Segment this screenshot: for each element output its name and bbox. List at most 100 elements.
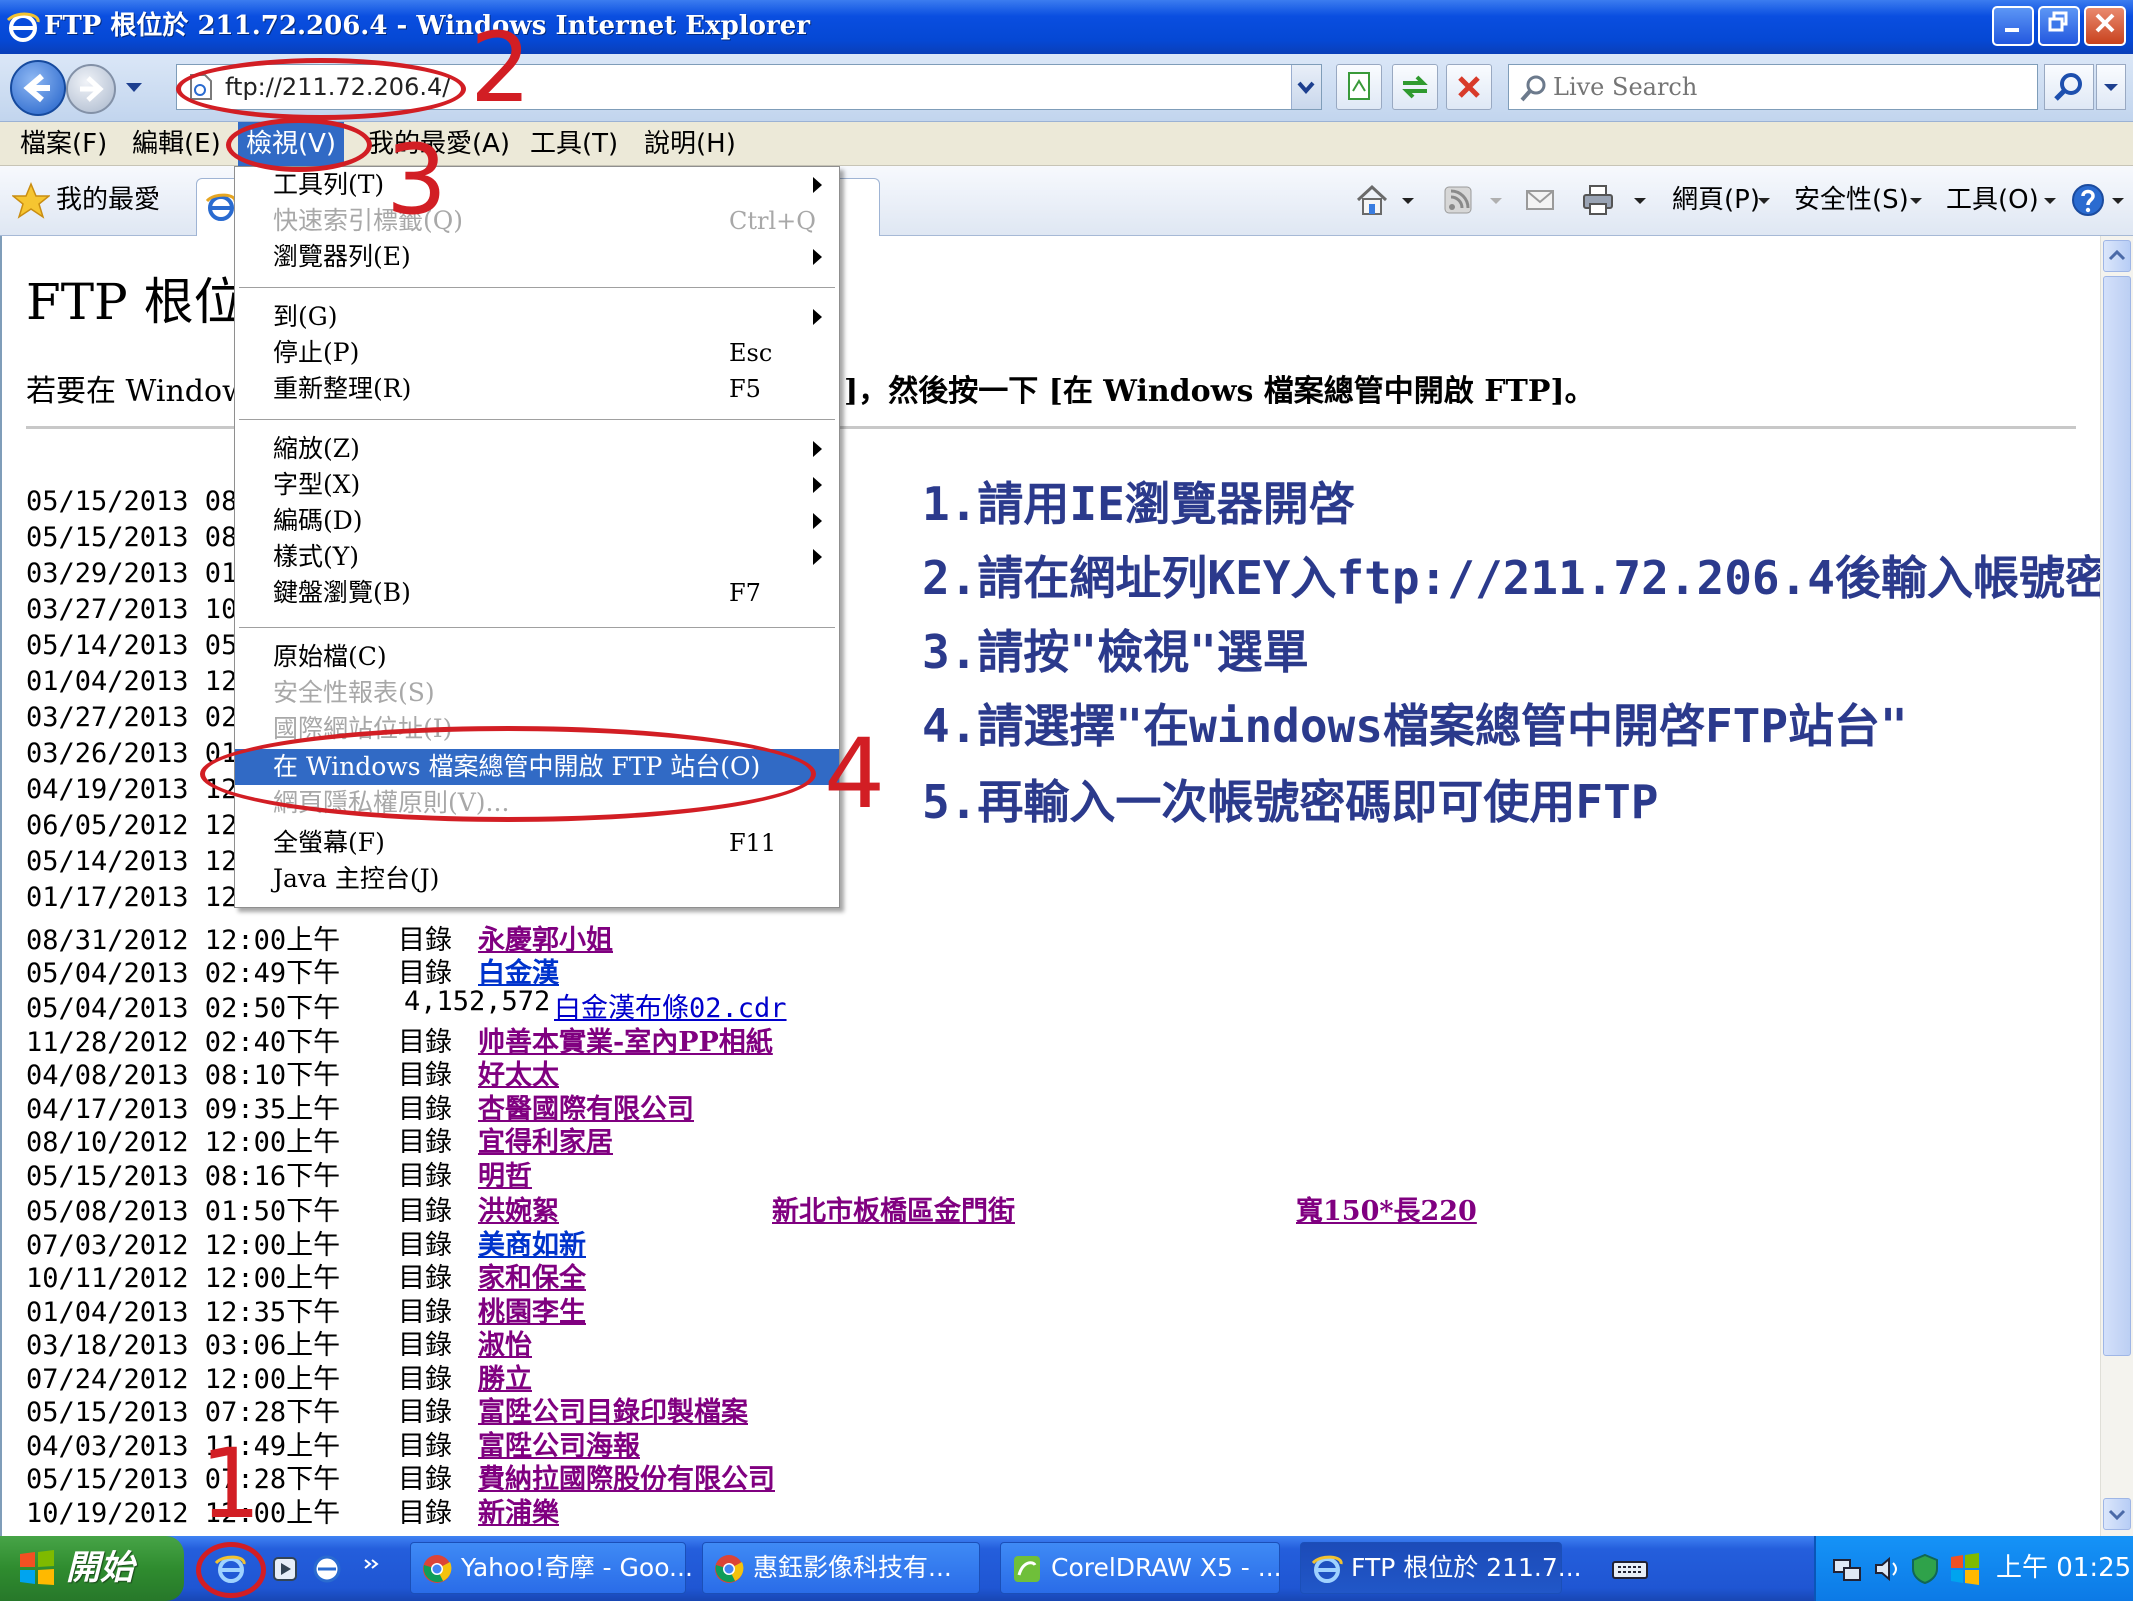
restore-button[interactable] xyxy=(2038,6,2080,46)
menu-item-stop[interactable]: 停止(P) Esc xyxy=(235,335,839,371)
menu-item-explorer-bars[interactable]: 瀏覽器列(E) xyxy=(235,239,839,275)
ie-window: FTP 根位於 211.72.206.4 - Windows Internet … xyxy=(0,0,2133,1601)
menu-item-toolbars[interactable]: 工具列(T) xyxy=(235,167,839,203)
system-clock[interactable]: 上午 01:25 xyxy=(1996,1536,2131,1601)
feeds-icon[interactable] xyxy=(1440,182,1476,218)
system-tray: 上午 01:25 xyxy=(1814,1536,2133,1601)
annotation-step-3: 3.請按"檢視"選單 xyxy=(922,625,1309,679)
chevron-up-icon xyxy=(2108,249,2126,261)
instruction-text: 若要在 Window xyxy=(26,374,248,409)
chevron-down-icon[interactable] xyxy=(1486,182,1506,218)
taskbar-item-ftp[interactable]: FTP 根位於 211.7... xyxy=(1300,1542,1582,1594)
chevron-down-icon[interactable] xyxy=(2040,182,2060,218)
chrome-icon xyxy=(715,1555,744,1583)
submenu-arrow-icon xyxy=(813,309,822,325)
close-icon xyxy=(2095,13,2115,33)
annotation-number-2: 2 xyxy=(470,12,532,124)
chevron-down-icon xyxy=(2104,84,2118,91)
close-button[interactable] xyxy=(2084,6,2126,46)
chevron-down-icon[interactable] xyxy=(1754,182,1774,218)
tools-menu-button[interactable]: 工具(O) xyxy=(1946,180,2039,220)
vertical-scrollbar[interactable] xyxy=(2100,236,2133,1536)
submenu-arrow-icon xyxy=(813,177,822,193)
annotation-number-4: 4 xyxy=(824,718,886,830)
chevron-down-icon[interactable] xyxy=(1630,182,1650,218)
search-input[interactable] xyxy=(1553,65,2023,109)
annotation-number-3: 3 xyxy=(386,124,448,236)
menu-item-refresh[interactable]: 重新整理(R) F5 xyxy=(235,371,839,407)
chevron-down-icon xyxy=(1297,81,1315,95)
volume-icon[interactable] xyxy=(1870,1552,1904,1586)
menu-tools[interactable]: 工具(T) xyxy=(522,122,626,166)
chevron-down-icon[interactable] xyxy=(2108,182,2128,218)
menu-item-java-console[interactable]: Java 主控台(J) xyxy=(235,861,839,897)
chevron-down-icon[interactable] xyxy=(1398,182,1418,218)
back-button[interactable] xyxy=(10,60,66,116)
mail-icon[interactable] xyxy=(1522,182,1558,218)
folder-link[interactable]: 白金漢 xyxy=(478,951,559,990)
minimize-button[interactable] xyxy=(1992,6,2034,46)
start-button[interactable]: 開始 xyxy=(0,1536,184,1601)
folder-link[interactable]: 明哲 xyxy=(478,1154,532,1193)
security-shield-icon[interactable] xyxy=(1908,1552,1942,1586)
folder-link[interactable]: 新浦樂 xyxy=(478,1491,559,1530)
search-options-button[interactable] xyxy=(2096,64,2126,110)
address-dropdown-button[interactable] xyxy=(1291,65,1321,109)
annotation-number-1: 1 xyxy=(200,1428,262,1540)
menu-item-encoding[interactable]: 編碼(D) xyxy=(235,503,839,539)
menu-item-style[interactable]: 樣式(Y) xyxy=(235,539,839,575)
chevron-down-icon[interactable] xyxy=(1906,182,1926,218)
annotation-step-1: 1.請用IE瀏覽器開啓 xyxy=(922,477,1355,531)
taskbar-item-yahoo[interactable]: Yahoo!奇摩 - Goo... xyxy=(410,1542,693,1594)
menu-item-go-to[interactable]: 到(G) xyxy=(235,299,839,335)
stop-icon xyxy=(1458,76,1480,98)
search-box[interactable] xyxy=(1508,64,2038,110)
help-icon[interactable] xyxy=(2070,182,2106,218)
menu-item-source[interactable]: 原始檔(C) xyxy=(235,639,839,675)
annotation-ring-address xyxy=(176,58,466,120)
scroll-up-button[interactable] xyxy=(2103,240,2131,272)
forward-button[interactable] xyxy=(66,64,116,114)
menu-item-quick-tabs: 快速索引標籤(Q) Ctrl+Q xyxy=(273,206,816,235)
favorites-label[interactable]: 我的最愛 xyxy=(56,180,160,220)
menu-item-zoom[interactable]: 縮放(Z) xyxy=(235,431,839,467)
annotation-ring-view-menu xyxy=(226,118,372,172)
ie-alt-quicklaunch-icon[interactable] xyxy=(310,1552,344,1586)
taskbar-item-coreldraw[interactable]: CorelDRAW X5 - ... xyxy=(1000,1542,1282,1594)
menu-edit[interactable]: 編輯(E) xyxy=(124,122,229,166)
menu-file[interactable]: 檔案(F) xyxy=(12,122,115,166)
windows-flag-icon[interactable] xyxy=(1948,1552,1982,1586)
back-arrow-icon xyxy=(23,73,50,103)
folder-link-size[interactable]: 寬150*長220 xyxy=(1296,1189,1477,1228)
menu-separator xyxy=(239,287,835,290)
home-icon[interactable] xyxy=(1354,182,1390,218)
favorites-star-icon[interactable] xyxy=(12,182,50,220)
refresh-button[interactable] xyxy=(1392,64,1438,110)
menu-item-text-size[interactable]: 字型(X) xyxy=(235,467,839,503)
taskbar-item-huiyu[interactable]: 惠鈺影像科技有... xyxy=(702,1542,980,1594)
quicklaunch-expand-icon[interactable] xyxy=(362,1552,382,1586)
search-icon xyxy=(2054,73,2082,101)
chrome-icon xyxy=(423,1555,452,1583)
menu-item-security-report: 安全性報表(S) xyxy=(273,678,435,707)
print-icon[interactable] xyxy=(1580,182,1616,218)
network-icon[interactable] xyxy=(1830,1552,1864,1586)
ie-icon xyxy=(6,12,40,42)
submenu-arrow-icon xyxy=(813,549,822,565)
compatibility-view-button[interactable] xyxy=(1336,64,1382,110)
menu-item-full-screen[interactable]: 全螢幕(F) F11 xyxy=(235,825,839,861)
search-go-button[interactable] xyxy=(2044,64,2094,110)
scroll-down-button[interactable] xyxy=(2103,1498,2131,1530)
keyboard-icon[interactable] xyxy=(1610,1552,1650,1586)
menu-separator xyxy=(239,419,835,422)
media-quicklaunch-icon[interactable] xyxy=(268,1552,302,1586)
annotation-step-5: 5.再輸入一次帳號密碼即可使用FTP xyxy=(922,775,1659,829)
safety-menu-button[interactable]: 安全性(S) xyxy=(1794,180,1909,220)
folder-link-address[interactable]: 新北市板橋區金門街 xyxy=(772,1189,1015,1228)
menu-item-caret-browsing[interactable]: 鍵盤瀏覽(B) F7 xyxy=(235,575,839,611)
recent-pages-dropdown-icon[interactable] xyxy=(124,76,144,98)
page-menu-button[interactable]: 網頁(P) xyxy=(1672,180,1760,220)
scroll-thumb[interactable] xyxy=(2103,276,2131,1356)
menu-help[interactable]: 說明(H) xyxy=(636,122,744,166)
stop-button[interactable] xyxy=(1446,64,1492,110)
